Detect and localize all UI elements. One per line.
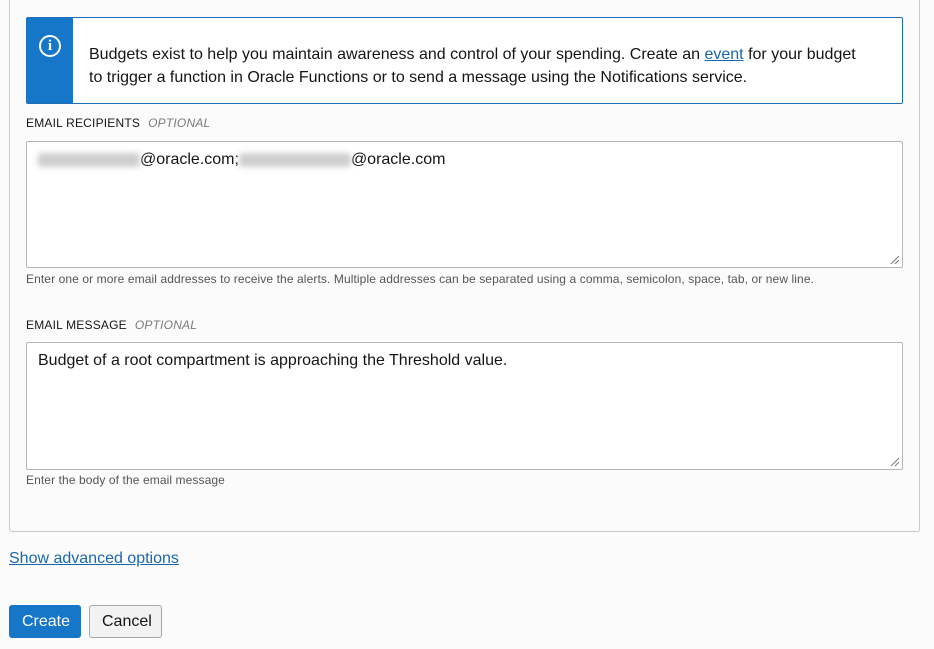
- email-message-label-text: EMAIL MESSAGE: [26, 318, 127, 332]
- optional-tag: OPTIONAL: [148, 116, 211, 130]
- redacted-email: [38, 152, 140, 167]
- info-text-start: Budgets exist to help you maintain aware…: [89, 46, 705, 63]
- email-recipients-label: EMAIL RECIPIENTS OPTIONAL: [26, 116, 210, 130]
- info-text: Budgets exist to help you maintain aware…: [73, 18, 873, 103]
- email-recipients-field[interactable]: @oracle.com; @oracle.com: [26, 141, 903, 268]
- email-recipients-label-text: EMAIL RECIPIENTS: [26, 116, 141, 130]
- email-domain-1: @oracle.com;: [140, 151, 239, 168]
- info-bar: i: [27, 18, 73, 103]
- email-domain-2: @oracle.com: [350, 151, 446, 168]
- show-advanced-options-link[interactable]: Show advanced options: [9, 550, 179, 568]
- resize-handle-icon[interactable]: [888, 253, 900, 265]
- email-message-label: EMAIL MESSAGE OPTIONAL: [26, 318, 197, 332]
- redacted-email: [238, 152, 351, 167]
- optional-tag: OPTIONAL: [134, 318, 198, 332]
- info-banner: i Budgets exist to help you maintain awa…: [26, 17, 903, 104]
- event-link[interactable]: event: [704, 46, 743, 63]
- create-button[interactable]: Create: [9, 605, 81, 638]
- cancel-button[interactable]: Cancel: [89, 605, 162, 638]
- email-message-field[interactable]: Budget of a root compartment is approach…: [26, 342, 903, 470]
- resize-handle-icon[interactable]: [888, 455, 900, 467]
- email-message-value: Budget of a root compartment is approach…: [38, 352, 508, 369]
- info-icon: i: [39, 35, 61, 57]
- email-recipients-hint: Enter one or more email addresses to rec…: [26, 272, 815, 286]
- email-message-hint: Enter the body of the email message: [26, 473, 225, 487]
